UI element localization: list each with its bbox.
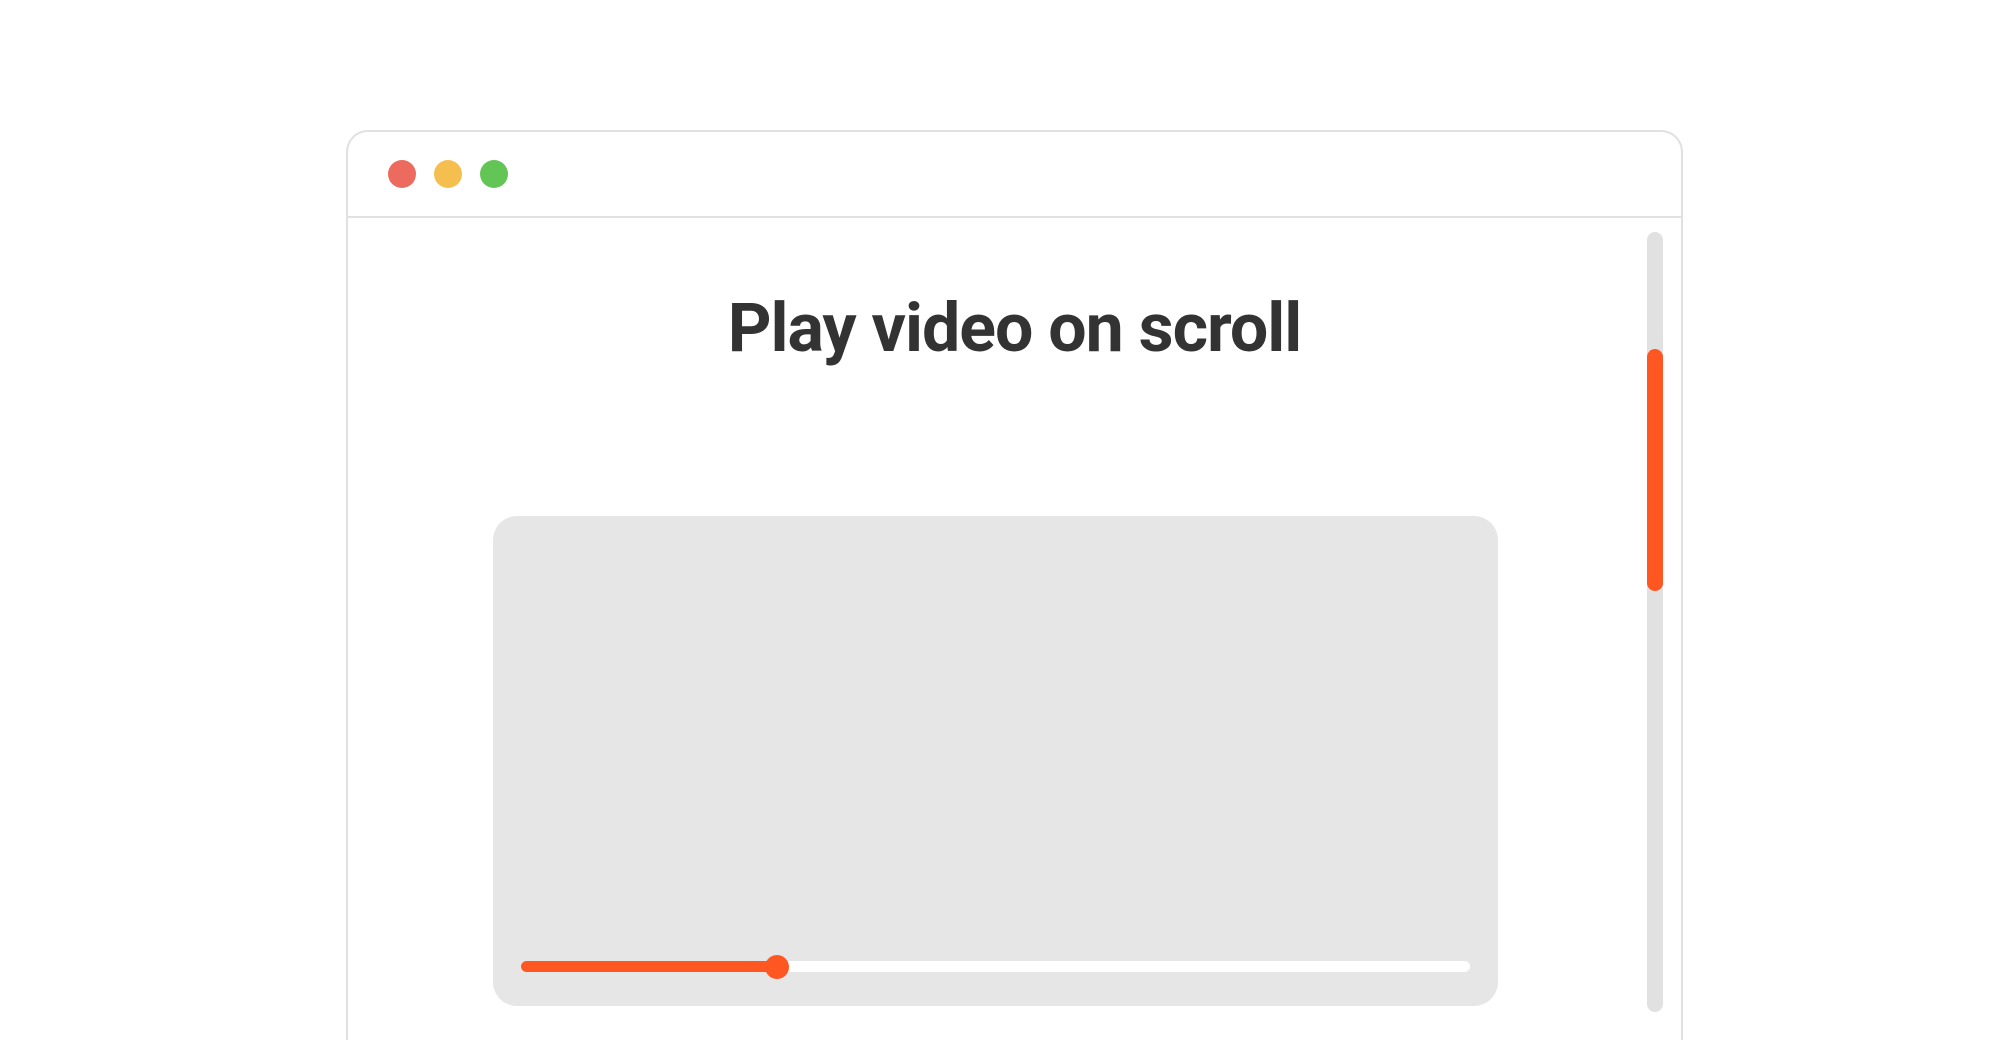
scrollbar-thumb[interactable] [1647, 349, 1663, 591]
video-progress-handle[interactable] [765, 955, 789, 979]
video-player[interactable] [493, 516, 1498, 1006]
video-progress-fill [521, 961, 777, 972]
maximize-window-button[interactable] [480, 160, 508, 188]
scrollbar-track[interactable] [1647, 232, 1663, 1012]
page-heading: Play video on scroll [348, 288, 1681, 368]
minimize-window-button[interactable] [434, 160, 462, 188]
content-area: Play video on scroll [348, 218, 1681, 1040]
close-window-button[interactable] [388, 160, 416, 188]
browser-window: Play video on scroll [346, 130, 1683, 1040]
window-titlebar [348, 132, 1681, 218]
video-progress-track[interactable] [521, 961, 1470, 972]
